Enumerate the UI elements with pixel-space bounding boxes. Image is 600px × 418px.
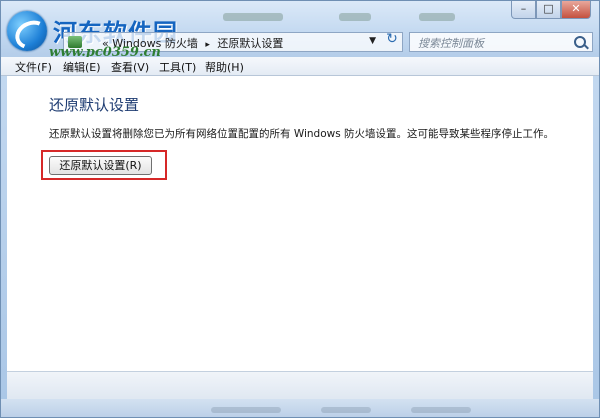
breadcrumb-item-current[interactable]: 还原默认设置: [217, 37, 283, 50]
address-dropdown-icon[interactable]: ▼: [369, 36, 376, 46]
search-icon[interactable]: [574, 36, 586, 48]
search-input[interactable]: 搜索控制面板: [409, 32, 593, 52]
menu-item-view[interactable]: 查看(V): [111, 59, 149, 75]
maximize-button[interactable]: □: [536, 1, 561, 19]
close-button[interactable]: ✕: [561, 1, 591, 19]
content-pane: 还原默认设置 还原默认设置将删除您已为所有网络位置配置的所有 Windows 防…: [7, 76, 593, 371]
bottom-panel: [7, 371, 593, 400]
page-title: 还原默认设置: [49, 96, 140, 114]
blurred-taskbar-items: [223, 5, 513, 25]
restore-defaults-button[interactable]: 还原默认设置(R): [49, 156, 152, 175]
blurred-item: [339, 13, 371, 21]
menu-item-edit[interactable]: 编辑(E): [63, 59, 101, 75]
menu-bar: 文件(F) 编辑(E) 查看(V) 工具(T) 帮助(H): [1, 57, 599, 76]
status-bar: [1, 399, 599, 417]
blurred-item: [321, 407, 371, 413]
blurred-item: [223, 13, 283, 21]
menu-item-help[interactable]: 帮助(H): [205, 59, 244, 75]
refresh-icon[interactable]: ↻: [383, 32, 401, 48]
breadcrumb-separator-icon[interactable]: ▸: [205, 40, 210, 50]
blurred-item: [419, 13, 455, 21]
blurred-item: [211, 407, 281, 413]
title-bar: 河东软件园 – □ ✕ « Windows 防火墙 ▸ 还原默认设置 ▼: [1, 1, 599, 60]
description-text: 还原默认设置将删除您已为所有网络位置配置的所有 Windows 防火墙设置。这可…: [49, 128, 555, 140]
caption-buttons: – □ ✕: [511, 1, 591, 21]
control-panel-window: 河东软件园 – □ ✕ « Windows 防火墙 ▸ 还原默认设置 ▼: [0, 0, 600, 418]
search-placeholder: 搜索控制面板: [418, 37, 484, 50]
minimize-button[interactable]: –: [511, 1, 536, 19]
blurred-item: [411, 407, 471, 413]
menu-item-tools[interactable]: 工具(T): [159, 59, 196, 75]
menu-item-file[interactable]: 文件(F): [15, 59, 52, 75]
